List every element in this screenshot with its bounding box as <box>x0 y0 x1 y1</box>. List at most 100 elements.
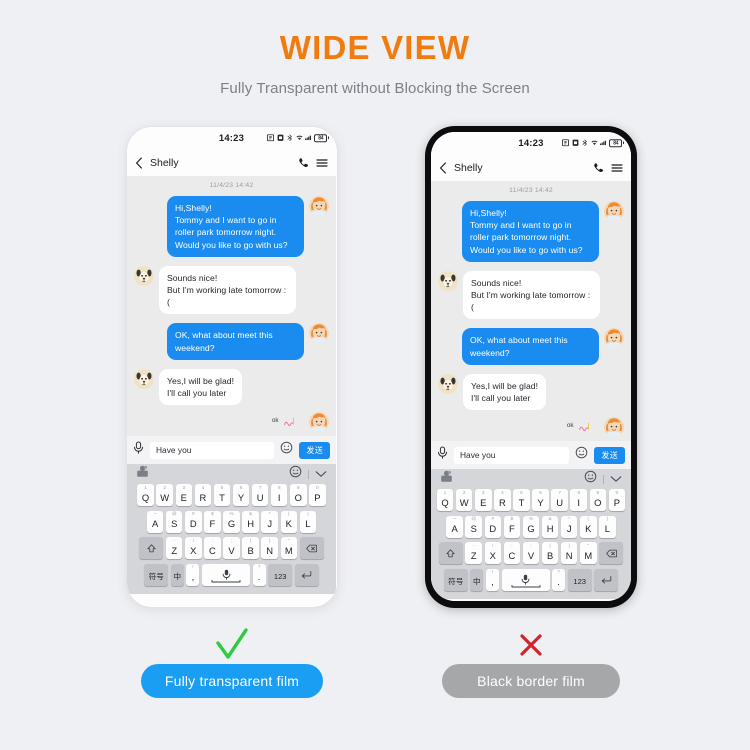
message-bubble-incoming[interactable]: Sounds nice! But I'm working late tomorro… <box>159 265 296 315</box>
keyboard-key[interactable]: " M <box>280 537 298 560</box>
keyboard-key[interactable]: 7U <box>551 489 568 512</box>
keyboard-key[interactable]: ~ A <box>146 510 164 533</box>
backspace-key[interactable] <box>599 542 624 565</box>
keyboard-key[interactable]: " M <box>580 542 597 565</box>
keyboard-key[interactable]: & H <box>242 510 259 533</box>
sticker-button[interactable] <box>136 465 149 483</box>
keyboard-key[interactable]: ) L <box>599 515 616 538</box>
keyboard-key[interactable]: # D <box>484 515 502 538</box>
keyboard-key[interactable]: 4R <box>494 489 511 512</box>
keyboard-key[interactable]: ; V <box>522 542 540 565</box>
message-bubble-outgoing[interactable]: Hi,Shelly! Tommy and I want to go in roll… <box>462 201 599 262</box>
keyboard-key[interactable]: -Z <box>465 542 482 565</box>
keyboard-key[interactable]: 3E <box>175 484 193 507</box>
keyboard-key[interactable]: / X <box>185 537 202 560</box>
keyboard-key[interactable]: ?. <box>552 568 566 591</box>
keyboard-key[interactable]: ) L <box>299 510 317 533</box>
shift-key[interactable] <box>139 537 164 560</box>
keyboard-key[interactable]: 0P <box>608 489 626 512</box>
keyboard-key[interactable]: 8I <box>270 484 288 507</box>
message-input-field[interactable]: Have you <box>150 441 275 459</box>
chat-message-list[interactable]: 11/4/23 14:42 Hi,Shelly! Tommy and I want … <box>127 176 336 437</box>
message-bubble-outgoing[interactable]: OK, what about meet this weekend? <box>462 328 599 365</box>
keyboard-key[interactable]: 5T <box>213 484 231 507</box>
keyboard-key[interactable]: % G <box>223 510 240 533</box>
keyboard-key[interactable]: 1Q <box>436 489 454 512</box>
keyboard-emoji-button[interactable] <box>289 465 302 483</box>
keyboard-key[interactable]: (B <box>242 537 259 560</box>
keyboard-key[interactable]: 2W <box>455 489 473 512</box>
keyboard-key[interactable]: / X <box>484 542 502 565</box>
numbers-key[interactable]: 123 <box>567 568 592 591</box>
menu-button[interactable] <box>316 157 328 169</box>
keyboard-key[interactable]: 3E <box>475 489 492 512</box>
language-toggle-key[interactable]: 中 <box>470 568 484 591</box>
keyboard-key[interactable]: ) N <box>261 537 278 560</box>
keyboard-key[interactable]: ; V <box>223 537 240 560</box>
message-input-field[interactable]: Have you <box>454 446 570 464</box>
keyboard-key[interactable]: @ S <box>465 515 482 538</box>
keyboard-key[interactable]: :C <box>503 542 521 565</box>
send-button[interactable]: 发送 <box>299 441 330 459</box>
keyboard-key[interactable]: 9O <box>589 489 607 512</box>
keyboard-key[interactable]: 1Q <box>137 484 154 507</box>
emoji-button[interactable] <box>280 441 293 459</box>
enter-key[interactable] <box>294 563 319 586</box>
keyboard-key[interactable]: 8I <box>570 489 587 512</box>
symbols-key[interactable]: 符号 <box>443 568 468 591</box>
keyboard-key[interactable]: (B <box>541 542 559 565</box>
keyboard-key[interactable]: 0P <box>309 484 326 507</box>
send-button[interactable]: 发送 <box>594 446 625 464</box>
backspace-key[interactable] <box>299 537 324 560</box>
back-button[interactable] <box>135 156 143 169</box>
emoji-button[interactable] <box>575 446 588 464</box>
space-key[interactable] <box>202 563 250 586</box>
message-bubble-outgoing[interactable]: OK, what about meet this weekend? <box>167 323 304 360</box>
keyboard-key[interactable]: 5T <box>513 489 530 512</box>
keyboard-key[interactable]: ?. <box>252 563 266 586</box>
voice-input-button[interactable] <box>437 446 448 464</box>
keyboard-key[interactable]: * J <box>261 510 278 533</box>
message-bubble-outgoing[interactable]: Hi,Shelly! Tommy and I want to go in roll… <box>167 196 304 257</box>
keyboard-key[interactable]: 6Y <box>532 489 549 512</box>
keyboard-key[interactable]: ~ A <box>446 515 463 538</box>
hide-keyboard-button[interactable] <box>610 470 622 488</box>
keyboard-key[interactable]: $ F <box>503 515 521 538</box>
enter-key[interactable] <box>594 568 619 591</box>
message-bubble-incoming[interactable]: Sounds nice! But I'm working late tomorro… <box>463 270 600 320</box>
keyboard-key[interactable]: * J <box>560 515 578 538</box>
menu-button[interactable] <box>611 162 623 174</box>
keyboard-key[interactable]: 9O <box>290 484 307 507</box>
keyboard-key[interactable]: $ F <box>204 510 221 533</box>
keyboard-key[interactable]: -Z <box>165 537 183 560</box>
numbers-key[interactable]: 123 <box>268 563 293 586</box>
call-button[interactable] <box>297 157 309 169</box>
keyboard-key[interactable]: @ S <box>165 510 183 533</box>
sticker-button[interactable] <box>440 470 453 488</box>
keyboard-emoji-button[interactable] <box>584 470 597 488</box>
back-button[interactable] <box>439 161 447 174</box>
hide-keyboard-button[interactable] <box>315 465 327 483</box>
keyboard-key[interactable]: # D <box>185 510 202 533</box>
keyboard-key[interactable]: ) N <box>560 542 578 565</box>
call-button[interactable] <box>592 162 604 174</box>
chat-message-list[interactable]: 11/4/23 14:42 Hi,Shelly! Tommy and I want … <box>431 181 631 442</box>
keyboard-key[interactable]: 7U <box>251 484 269 507</box>
keyboard-key[interactable]: !, <box>186 563 200 586</box>
keyboard-key[interactable]: 2W <box>156 484 173 507</box>
language-toggle-key[interactable]: 中 <box>170 563 184 586</box>
keyboard-key[interactable]: % G <box>522 515 540 538</box>
voice-input-button[interactable] <box>133 441 144 459</box>
keyboard-key[interactable]: & H <box>541 515 559 538</box>
symbols-key[interactable]: 符号 <box>144 563 169 586</box>
keyboard-key[interactable]: (K <box>580 515 597 538</box>
shift-key[interactable] <box>438 542 463 565</box>
message-bubble-incoming[interactable]: Yes,I will be glad! I'll call you later <box>159 368 243 406</box>
keyboard-key[interactable]: (K <box>280 510 298 533</box>
keyboard-key[interactable]: 4R <box>194 484 212 507</box>
keyboard-key[interactable]: !, <box>485 568 499 591</box>
space-key[interactable] <box>501 568 550 591</box>
keyboard-key[interactable]: :C <box>204 537 221 560</box>
keyboard-key[interactable]: 6Y <box>232 484 250 507</box>
message-bubble-incoming[interactable]: Yes,I will be glad! I'll call you later <box>463 373 547 411</box>
